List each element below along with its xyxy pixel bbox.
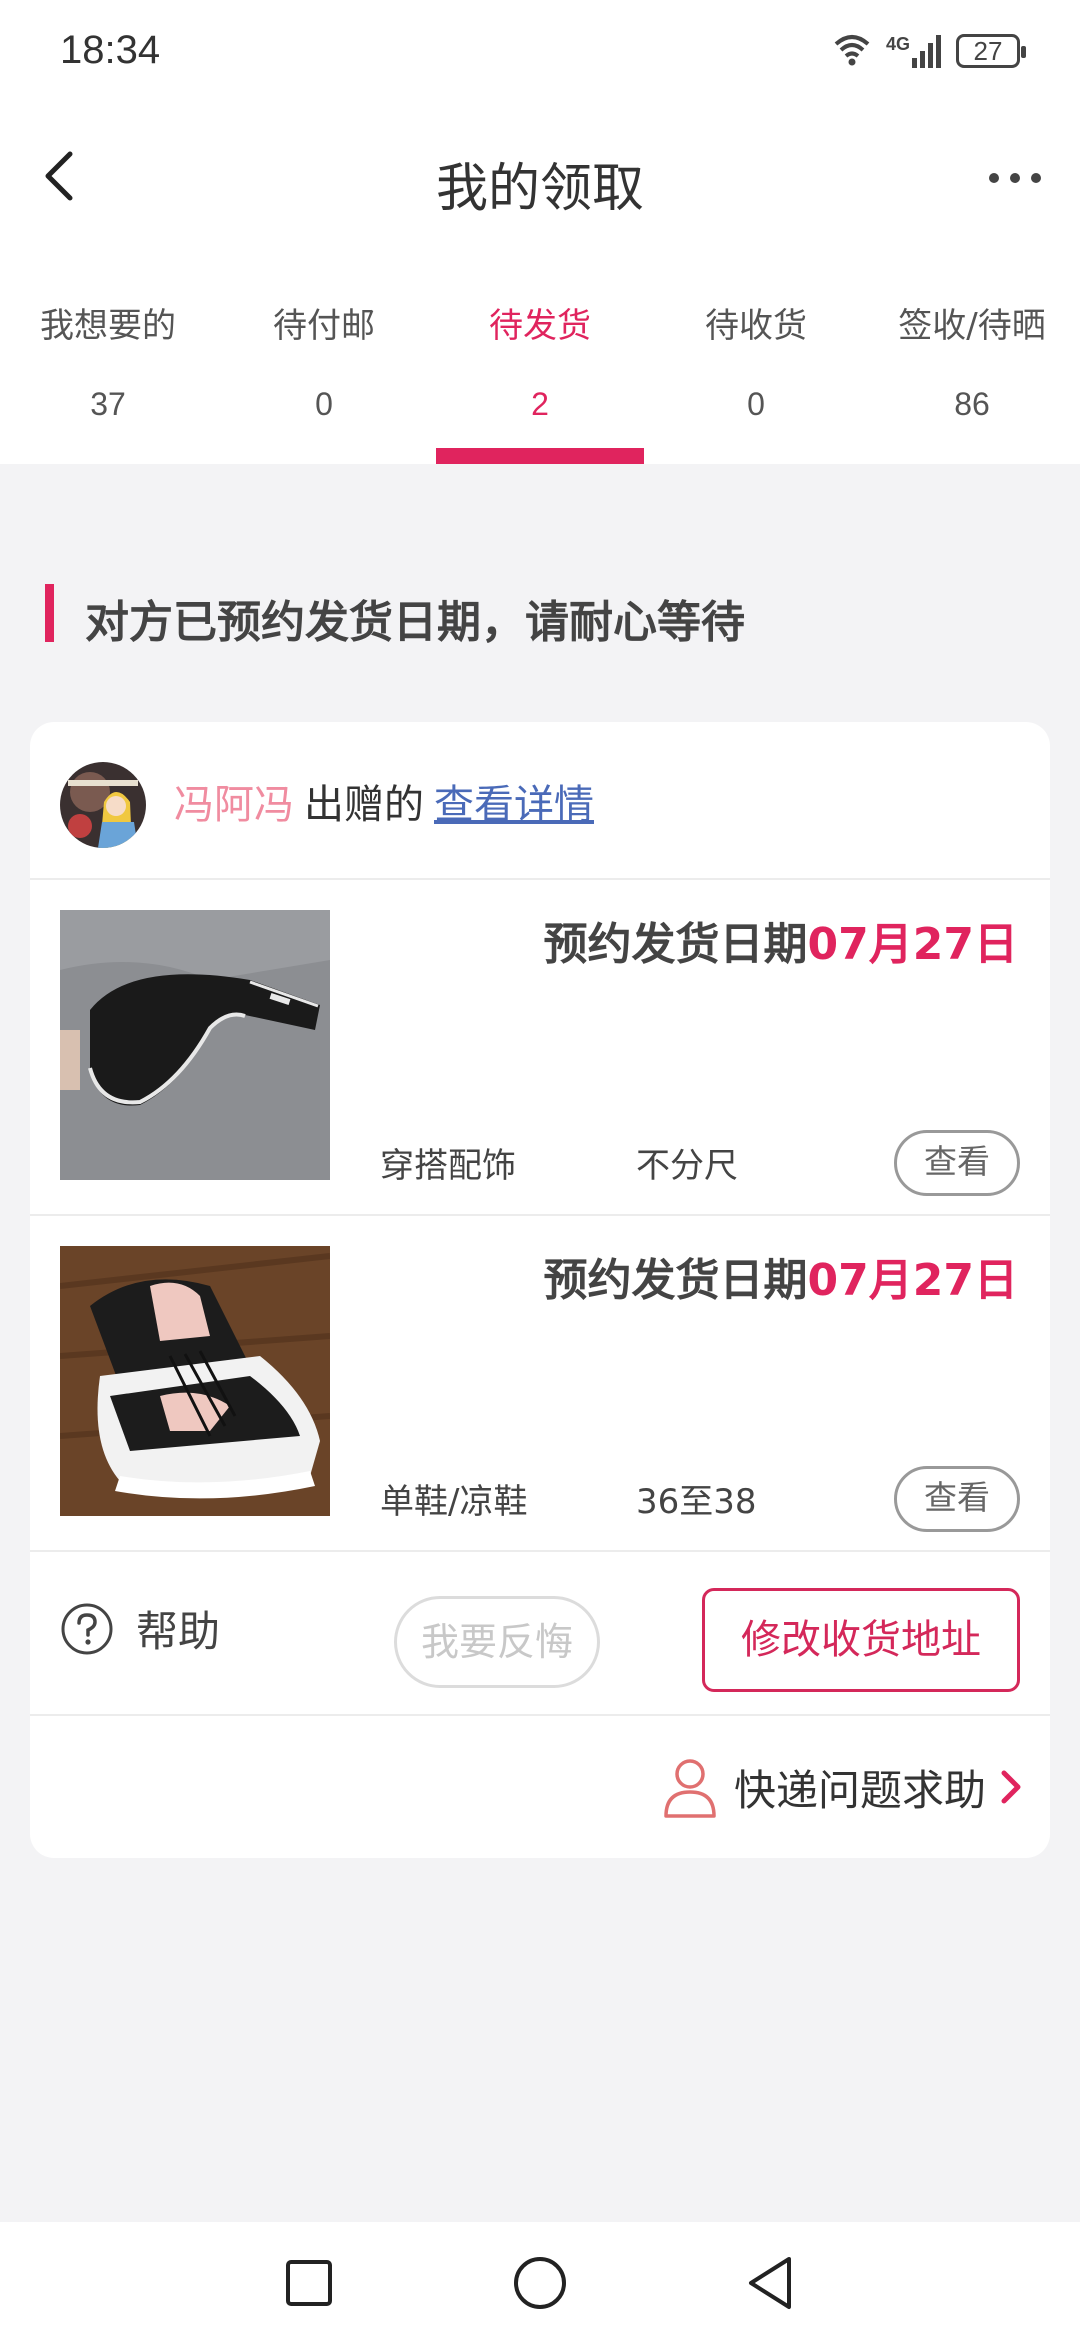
shipping-notice: 对方已预约发货日期，请耐心等待 [45, 582, 1035, 648]
card-header: 冯阿冯 出赠的 查看详情 [30, 722, 1050, 880]
network-label: 4G [885, 34, 910, 54]
tab-label: 签收/待晒 [898, 306, 1046, 346]
list-item[interactable]: 预约发货日期07月27日 穿搭配饰 不分尺 查看 [30, 880, 1050, 1216]
battery-icon: 27 [956, 34, 1026, 68]
circle-icon [514, 2257, 566, 2309]
more-dots-icon [989, 173, 1041, 183]
chevron-right-icon [1001, 1770, 1021, 1804]
tab-label: 待发货 [489, 306, 591, 346]
date-label: 预约发货日期 [543, 919, 808, 970]
notice-text: 对方已预约发货日期，请耐心等待 [85, 597, 745, 648]
item-thumbnail [60, 910, 330, 1180]
tab-label: 待付邮 [273, 306, 375, 346]
item-size: 不分尺 [636, 1146, 738, 1186]
item-size: 36至38 [636, 1482, 757, 1522]
action-row: 帮助 我要反悔 修改收货地址 [30, 1552, 1050, 1716]
tab-received[interactable]: 签收/待晒 86 [864, 248, 1080, 464]
status-time: 18:34 [60, 28, 161, 72]
recents-button[interactable] [274, 2248, 344, 2318]
more-options-button[interactable] [980, 148, 1050, 208]
scheduled-ship-date: 预约发货日期07月27日 [544, 908, 1018, 972]
list-item[interactable]: 预约发货日期07月27日 单鞋/凉鞋 36至38 查看 [30, 1216, 1050, 1552]
square-icon [286, 2260, 332, 2306]
tab-label: 我想要的 [40, 306, 176, 346]
triangle-back-icon [749, 2257, 791, 2309]
tab-count: 0 [747, 386, 765, 422]
giver-text: 出赠的 [304, 782, 424, 828]
avatar[interactable] [60, 762, 146, 848]
tab-count: 86 [954, 386, 990, 422]
avatar-image [60, 762, 146, 848]
sneakers-photo [60, 1246, 330, 1516]
giver-name[interactable]: 冯阿冯 [174, 782, 294, 828]
tab-count: 37 [90, 386, 126, 422]
date-value: 07月27日 [807, 1255, 1018, 1306]
back-nav-button[interactable] [735, 2248, 805, 2318]
date-value: 07月27日 [807, 919, 1018, 970]
tab-pending-shipment[interactable]: 待发货 2 [432, 248, 648, 464]
status-icons: 4G 27 [832, 32, 1026, 70]
home-button[interactable] [505, 2248, 575, 2318]
visor-cap-photo [60, 910, 330, 1180]
status-bar: 18:34 4G 27 [0, 0, 1080, 108]
giver-line: 冯阿冯 出赠的 查看详情 [174, 772, 594, 830]
tab-pending-receipt[interactable]: 待收货 0 [648, 248, 864, 464]
page-title: 我的领取 [435, 159, 644, 219]
user-icon [664, 1759, 716, 1818]
modify-address-button[interactable]: 修改收货地址 [702, 1588, 1020, 1692]
courier-help-button[interactable]: 快递问题求助 [662, 1756, 1022, 1818]
active-tab-indicator [436, 448, 644, 464]
tab-count: 2 [531, 386, 549, 422]
help-icon [61, 1603, 113, 1654]
regret-button[interactable]: 我要反悔 [394, 1596, 600, 1688]
header: 我的领取 [0, 108, 1080, 248]
status-tabs: 我想要的 37 待付邮 0 待发货 2 待收货 0 签收/待晒 86 [0, 248, 1080, 464]
date-label: 预约发货日期 [543, 1255, 808, 1306]
tab-label: 待收货 [705, 306, 807, 346]
item-category: 穿搭配饰 [380, 1146, 516, 1186]
view-button[interactable]: 查看 [894, 1130, 1020, 1196]
courier-help-row: 快递问题求助 [30, 1718, 1050, 1858]
view-details-link[interactable]: 查看详情 [434, 782, 594, 828]
notice-accent-bar [45, 584, 54, 642]
help-button[interactable]: 帮助 [60, 1598, 220, 1659]
tab-count: 0 [315, 386, 333, 422]
system-nav-bar [0, 2222, 1080, 2340]
scheduled-ship-date: 预约发货日期07月27日 [544, 1244, 1018, 1308]
tab-pending-postage[interactable]: 待付邮 0 [216, 248, 432, 464]
item-category: 单鞋/凉鞋 [380, 1482, 528, 1522]
gift-card: 冯阿冯 出赠的 查看详情 预约发货日期07月27日 穿搭配饰 不分尺 查看 预约… [30, 722, 1050, 1858]
wifi-icon [832, 32, 872, 70]
help-label: 帮助 [136, 1607, 221, 1656]
view-button[interactable]: 查看 [894, 1466, 1020, 1532]
item-thumbnail [60, 1246, 330, 1516]
tab-wanted[interactable]: 我想要的 37 [0, 248, 216, 464]
courier-help-label: 快递问题求助 [733, 1765, 986, 1815]
signal-icon: 4G [886, 34, 942, 68]
